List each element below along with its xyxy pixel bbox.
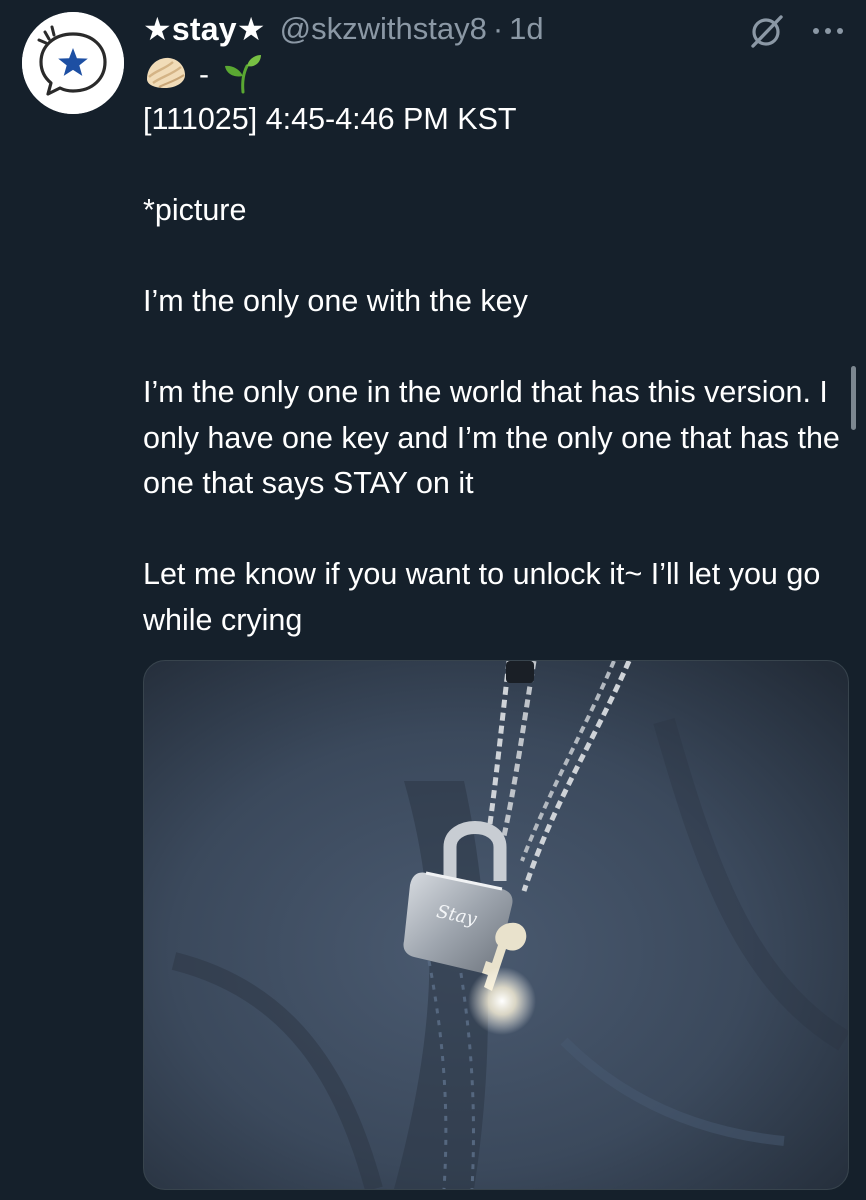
post-media-image[interactable]: Stay	[143, 660, 849, 1190]
text-line: *picture	[143, 193, 247, 227]
padlock-photo: Stay	[144, 661, 848, 1189]
separator-dot: ·	[492, 11, 504, 46]
sprout-icon	[223, 52, 263, 99]
timestamp[interactable]: 1d	[509, 11, 543, 47]
dumpling-icon	[143, 53, 189, 98]
scrollbar[interactable]	[851, 366, 856, 430]
text-line: Let me know if you want to unlock it~ I’…	[143, 557, 821, 637]
more-icon[interactable]	[808, 12, 848, 50]
emoji-separator: -	[199, 58, 209, 91]
grok-icon[interactable]	[748, 12, 786, 50]
user-handle[interactable]: @skzwithstay8	[280, 11, 487, 47]
post[interactable]: ★stay★ @skzwithstay8 · 1d - [111025] 4:4…	[0, 0, 866, 1200]
text-line: [111025] 4:45-4:46 PM KST	[143, 102, 517, 136]
emoji-line: -	[143, 52, 263, 98]
post-header: ★stay★ @skzwithstay8 · 1d	[143, 6, 544, 52]
tweet-text: [111025] 4:45-4:46 PM KST *picture I’m t…	[143, 97, 855, 643]
star-badge-icon	[22, 12, 124, 114]
display-name[interactable]: ★stay★	[143, 10, 266, 48]
avatar[interactable]	[22, 12, 124, 114]
text-line: I’m the only one in the world that has t…	[143, 375, 840, 500]
text-line: I’m the only one with the key	[143, 284, 528, 318]
